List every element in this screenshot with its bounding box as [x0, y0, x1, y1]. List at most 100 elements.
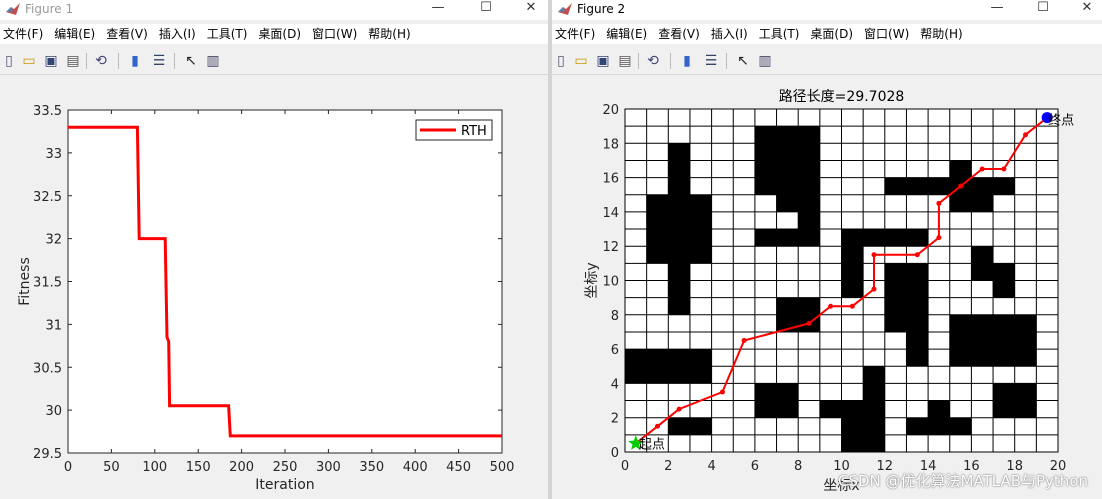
x-tick-label: 4	[707, 459, 715, 474]
obstacle-cell	[668, 366, 690, 384]
obstacle-cell	[841, 400, 864, 418]
pointer-icon[interactable]: ↖	[182, 52, 200, 70]
open-file-icon[interactable]: ▭	[20, 52, 38, 70]
title-bar[interactable]: Figure 1 — ☐ ✕	[0, 0, 548, 20]
obstacle-cell	[668, 246, 690, 264]
menu-desktop[interactable]: 桌面(D)	[807, 24, 861, 44]
obstacle-cell	[689, 366, 712, 384]
obstacle-cell	[819, 400, 842, 418]
toolbar-separator	[638, 53, 639, 69]
obstacle-cell	[841, 417, 864, 435]
menu-view[interactable]: 查看(V)	[655, 24, 708, 44]
obstacle-cell	[841, 229, 864, 247]
pointer-icon[interactable]: ↖	[734, 52, 752, 70]
obstacle-cell	[906, 229, 929, 247]
obstacle-cell	[776, 229, 799, 247]
obstacle-cell	[646, 246, 669, 264]
link-plot-icon[interactable]: ⟲	[92, 52, 110, 70]
menu-window[interactable]: 窗口(W)	[309, 24, 365, 44]
menu-help[interactable]: 帮助(H)	[365, 24, 418, 44]
new-figure-icon[interactable]: ▯	[552, 52, 570, 70]
obstacle-cell	[884, 297, 907, 315]
x-tick-label: 500	[490, 460, 515, 475]
save-icon[interactable]: ▣	[42, 52, 60, 70]
menu-bar: 文件(F) 编辑(E) 查看(V) 插入(I) 工具(T) 桌面(D) 窗口(W) 帮助(H)	[0, 24, 548, 44]
obstacle-cell	[689, 349, 712, 367]
obstacle-cell	[776, 143, 799, 161]
obstacle-cell	[841, 246, 864, 264]
obstacle-cell	[863, 229, 885, 247]
y-tick-label: 16	[602, 172, 619, 187]
new-figure-icon[interactable]: ▯	[0, 52, 18, 70]
obstacle-cell	[668, 211, 690, 230]
obstacle-cell	[884, 280, 907, 298]
y-tick-label: 14	[602, 206, 619, 221]
path-point	[806, 320, 812, 326]
open-file-icon[interactable]: ▭	[572, 52, 590, 70]
obstacle-cell	[754, 177, 777, 195]
minimize-button[interactable]: —	[425, 0, 451, 16]
obstacle-cell	[884, 314, 907, 332]
menu-file[interactable]: 文件(F)	[0, 24, 51, 44]
obstacle-cell	[949, 349, 972, 367]
obstacle-cell	[906, 349, 929, 367]
obstacle-cell	[798, 177, 820, 195]
menu-edit[interactable]: 编辑(E)	[603, 24, 655, 44]
obstacle-cell	[1014, 349, 1037, 367]
path-point	[719, 389, 725, 395]
toolbar-separator	[118, 53, 119, 69]
print-icon[interactable]: ▤	[64, 52, 82, 70]
obstacle-cell	[971, 263, 994, 281]
menu-window[interactable]: 窗口(W)	[861, 24, 917, 44]
menu-file[interactable]: 文件(F)	[552, 24, 603, 44]
y-tick-label: 0	[611, 446, 619, 461]
matlab-logo-icon	[558, 3, 572, 15]
obstacle-cell	[863, 417, 885, 435]
obstacle-cell	[906, 331, 929, 350]
title-bar[interactable]: Figure 2 — ☐ ✕	[552, 0, 1102, 20]
obstacle-cell	[646, 194, 669, 212]
close-button[interactable]: ✕	[1074, 0, 1100, 16]
legend-icon[interactable]: ☰	[702, 52, 720, 70]
obstacle-cell	[798, 297, 820, 315]
obstacle-cell	[949, 314, 972, 332]
close-button[interactable]: ✕	[518, 0, 544, 16]
maximize-button[interactable]: ☐	[473, 0, 499, 16]
toolbar-separator	[86, 53, 87, 69]
menu-view[interactable]: 查看(V)	[103, 24, 156, 44]
menu-edit[interactable]: 编辑(E)	[51, 24, 103, 44]
obstacle-cell	[971, 331, 994, 350]
obstacle-cell	[689, 211, 712, 230]
property-inspector-icon[interactable]: ▥	[756, 52, 774, 70]
obstacle-cell	[754, 400, 777, 418]
toolbar-separator	[174, 53, 175, 69]
obstacle-cell	[754, 143, 777, 161]
menu-insert[interactable]: 插入(I)	[156, 24, 204, 44]
obstacle-cell	[798, 229, 820, 247]
menu-tools[interactable]: 工具(T)	[756, 24, 808, 44]
obstacle-cell	[841, 263, 864, 281]
menu-help[interactable]: 帮助(H)	[917, 24, 970, 44]
legend-icon[interactable]: ☰	[150, 52, 168, 70]
minimize-button[interactable]: —	[984, 0, 1010, 16]
link-plot-icon[interactable]: ⟲	[644, 52, 662, 70]
obstacle-cell	[754, 383, 777, 401]
colorbar-icon[interactable]: ▮	[126, 52, 144, 70]
print-icon[interactable]: ▤	[616, 52, 634, 70]
menu-desktop[interactable]: 桌面(D)	[255, 24, 309, 44]
obstacle-cell	[1014, 383, 1037, 401]
path-point	[849, 303, 855, 309]
property-inspector-icon[interactable]: ▥	[204, 52, 222, 70]
path-point	[871, 252, 877, 258]
menu-insert[interactable]: 插入(I)	[708, 24, 756, 44]
maximize-button[interactable]: ☐	[1030, 0, 1056, 16]
menu-tools[interactable]: 工具(T)	[204, 24, 256, 44]
obstacle-cell	[689, 246, 712, 264]
save-icon[interactable]: ▣	[594, 52, 612, 70]
obstacle-cell	[993, 331, 1015, 350]
x-tick-label: 6	[751, 459, 759, 474]
obstacle-cell	[1014, 331, 1037, 350]
y-tick-label: 10	[602, 275, 619, 290]
colorbar-icon[interactable]: ▮	[678, 52, 696, 70]
obstacle-cell	[776, 383, 799, 401]
